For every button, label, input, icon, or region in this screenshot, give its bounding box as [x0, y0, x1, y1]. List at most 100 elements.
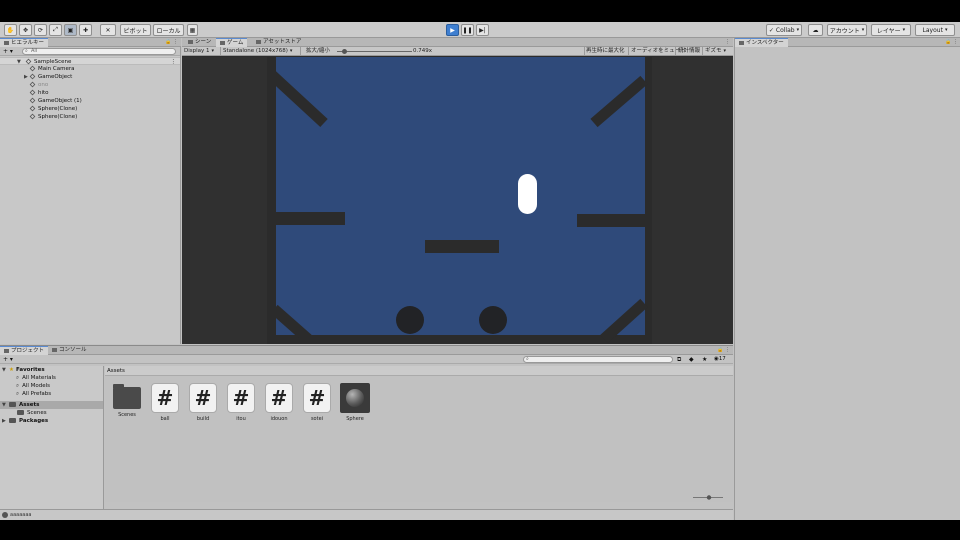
- display-dropdown[interactable]: Display 1: [184, 47, 214, 56]
- expand-arrow-icon[interactable]: ▼: [2, 401, 6, 409]
- custom-tool-icon[interactable]: ✕: [100, 24, 116, 36]
- tab-hierarchy[interactable]: ヒエラルキー: [0, 38, 49, 47]
- asset-script[interactable]: # sotei: [300, 383, 334, 422]
- tab-console[interactable]: コンソール: [48, 346, 91, 355]
- asset-script[interactable]: # idouon: [262, 383, 296, 422]
- rotate-tool-icon[interactable]: ⟳: [34, 24, 47, 36]
- tab-hierarchy-label: ヒエラルキー: [11, 40, 45, 46]
- collab-check-icon: ✓: [768, 26, 774, 34]
- hierarchy-item[interactable]: Main Camera: [0, 65, 180, 73]
- hierarchy-item[interactable]: ono: [0, 81, 180, 89]
- tab-game[interactable]: ゲーム: [216, 38, 248, 47]
- hierarchy-search-input[interactable]: ⌕ All: [22, 48, 176, 55]
- assets-root-label: Assets: [19, 402, 40, 408]
- move-tool-icon[interactable]: ✥: [19, 24, 32, 36]
- status-message[interactable]: aaaaaaa: [10, 512, 31, 518]
- hierarchy-item[interactable]: GameObject (1): [0, 97, 180, 105]
- hierarchy-item-label: hito: [38, 90, 49, 96]
- csharp-script-icon: #: [227, 383, 255, 413]
- local-toggle[interactable]: ローカル: [153, 24, 184, 36]
- asset-name: Sphere: [346, 416, 364, 422]
- breadcrumb[interactable]: Assets: [105, 366, 733, 376]
- filter-type-icon[interactable]: ⧉: [677, 355, 681, 364]
- favorite-item[interactable]: ⌕ All Models: [0, 382, 103, 390]
- icon-size-slider-handle[interactable]: [706, 495, 712, 500]
- hierarchy-item[interactable]: Sphere(Clone): [0, 105, 180, 113]
- game-panel-menu-icon[interactable]: ⋮: [725, 38, 730, 47]
- scale-tool-icon[interactable]: ⤢: [49, 24, 62, 36]
- gameobject-icon: [29, 65, 36, 72]
- collab-dropdown[interactable]: ✓ Collab: [766, 24, 802, 36]
- hierarchy-items: Main Camera ▶ GameObject ono hito GameObject …: [0, 65, 180, 121]
- expand-arrow-icon[interactable]: ▶: [24, 73, 28, 81]
- search-icon: ⌕: [25, 48, 28, 54]
- pause-button[interactable]: ❚❚: [461, 24, 474, 36]
- pivot-toggle[interactable]: ピボット: [120, 24, 151, 36]
- collapse-arrow-icon[interactable]: ▶: [2, 417, 6, 425]
- scale-slider-track[interactable]: [337, 51, 412, 52]
- local-label: ローカル: [156, 27, 181, 35]
- tab-inspector[interactable]: インスペクター: [735, 38, 788, 47]
- asset-name: idouon: [270, 416, 288, 422]
- scene-row[interactable]: ▼ SampleScene ⋮: [0, 57, 180, 65]
- asset-material[interactable]: Sphere: [338, 383, 372, 422]
- list-icon: [4, 40, 9, 45]
- layout-dropdown[interactable]: Layout: [915, 24, 955, 36]
- hand-tool-icon[interactable]: ✋: [4, 24, 17, 36]
- gizmos-dropdown[interactable]: ギズモ: [705, 47, 726, 56]
- asset-script[interactable]: # itou: [224, 383, 258, 422]
- rect-tool-icon[interactable]: ▣: [64, 24, 77, 36]
- expand-arrow-icon[interactable]: ▼: [2, 366, 6, 374]
- asset-grid: Assets Scenes # ball # build # itou # idouon # sot…: [105, 366, 733, 502]
- layers-label: レイヤー: [876, 27, 901, 35]
- hierarchy-item-label: Sphere(Clone): [38, 106, 78, 112]
- asset-folder[interactable]: Scenes: [110, 383, 144, 418]
- favorite-item[interactable]: ⌕ All Prefabs: [0, 390, 103, 398]
- scenes-folder-row[interactable]: Scenes: [0, 409, 103, 417]
- asset-name: itou: [236, 416, 246, 422]
- cloud-icon[interactable]: ☁: [808, 24, 823, 36]
- search-icon: ⌕: [526, 356, 529, 362]
- hierarchy-item[interactable]: ▶ GameObject: [0, 73, 180, 81]
- hidden-count[interactable]: ◉17: [714, 355, 726, 364]
- layers-dropdown[interactable]: レイヤー: [871, 24, 911, 36]
- grid-snap-icon[interactable]: ▦: [187, 24, 198, 36]
- search-icon: ⌕: [16, 383, 20, 389]
- asset-script[interactable]: # build: [186, 383, 220, 422]
- favorites-row[interactable]: ▼ ★ Favorites: [0, 366, 103, 374]
- packages-row[interactable]: ▶ Packages: [0, 417, 103, 425]
- icon-size-slider[interactable]: [693, 495, 723, 500]
- project-folder-tree: ▼ ★ Favorites ⌕ All Materials ⌕ All Models ⌕ A…: [0, 366, 104, 510]
- project-search-input[interactable]: ⌕: [523, 356, 673, 363]
- create-asset-button[interactable]: + ▾: [3, 355, 13, 364]
- hierarchy-item[interactable]: Sphere(Clone): [0, 113, 180, 121]
- resolution-dropdown[interactable]: Standalone (1024x768): [223, 47, 292, 56]
- scale-slider-handle[interactable]: [342, 49, 347, 54]
- filter-label-icon[interactable]: ◆: [689, 355, 694, 364]
- assets-root-row[interactable]: ▼ Assets: [0, 401, 103, 409]
- csharp-script-icon: #: [303, 383, 331, 413]
- asset-script[interactable]: # ball: [148, 383, 182, 422]
- inspector-tabbar: インスペクター 🔒 ⋮: [735, 38, 960, 47]
- tab-scene[interactable]: シーン: [184, 38, 215, 47]
- inspector-menu-icon[interactable]: 🔒 ⋮: [945, 38, 958, 47]
- csharp-script-icon: #: [151, 383, 179, 413]
- tab-project[interactable]: プロジェクト: [0, 346, 49, 355]
- panel-menu-icon[interactable]: 🔒 ⋮: [165, 38, 178, 47]
- stats-toggle[interactable]: 統計情報: [678, 47, 700, 56]
- game-viewport[interactable]: [182, 57, 733, 344]
- project-menu-icon[interactable]: 🔒 ⋮: [717, 346, 730, 355]
- play-button[interactable]: ▶: [446, 24, 459, 36]
- step-button[interactable]: ▶|: [476, 24, 489, 36]
- favorite-star-icon[interactable]: ★: [702, 355, 707, 364]
- hierarchy-item[interactable]: hito: [0, 89, 180, 97]
- transform-tool-icon[interactable]: ✚: [79, 24, 92, 36]
- tab-asset-store[interactable]: アセットストア: [252, 38, 305, 47]
- maximize-on-play-toggle[interactable]: 再生時に最大化: [586, 47, 625, 56]
- account-dropdown[interactable]: アカウント: [827, 24, 867, 36]
- add-object-button[interactable]: + ▾: [3, 47, 13, 56]
- separator: [628, 47, 629, 56]
- separator: [675, 47, 676, 56]
- left-wall: [267, 57, 276, 344]
- favorite-item[interactable]: ⌕ All Materials: [0, 374, 103, 382]
